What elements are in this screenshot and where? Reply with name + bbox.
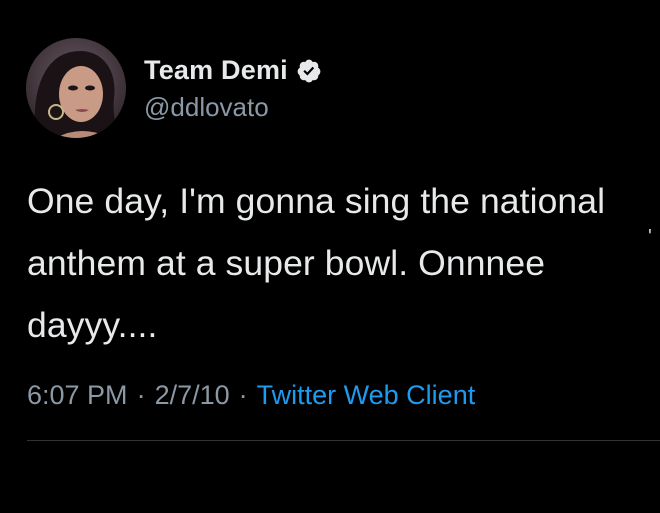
verified-badge-icon <box>296 58 322 84</box>
tweet-text: One day, I'm gonna sing the national ant… <box>27 181 606 345</box>
tweet-time[interactable]: 6:07 PM <box>27 380 128 411</box>
meta-separator: · <box>238 380 248 410</box>
divider <box>27 440 660 441</box>
edge-artifact: ' <box>648 226 652 248</box>
author-handle[interactable]: @ddlovato <box>144 92 322 123</box>
meta-separator: · <box>136 380 146 410</box>
tweet-client-link[interactable]: Twitter Web Client <box>257 380 476 411</box>
name-row: Team Demi <box>144 55 322 86</box>
avatar[interactable] <box>26 38 126 138</box>
tweet-meta: 6:07 PM · 2/7/10 · Twitter Web Client <box>27 380 475 411</box>
tweet-header: Team Demi @ddlovato <box>26 38 322 138</box>
author-display-name[interactable]: Team Demi <box>144 55 288 86</box>
tweet-card: Team Demi @ddlovato One day, I'm gonna s… <box>0 0 660 513</box>
tweet-date[interactable]: 2/7/10 <box>155 380 230 411</box>
author-identity: Team Demi @ddlovato <box>144 55 322 123</box>
